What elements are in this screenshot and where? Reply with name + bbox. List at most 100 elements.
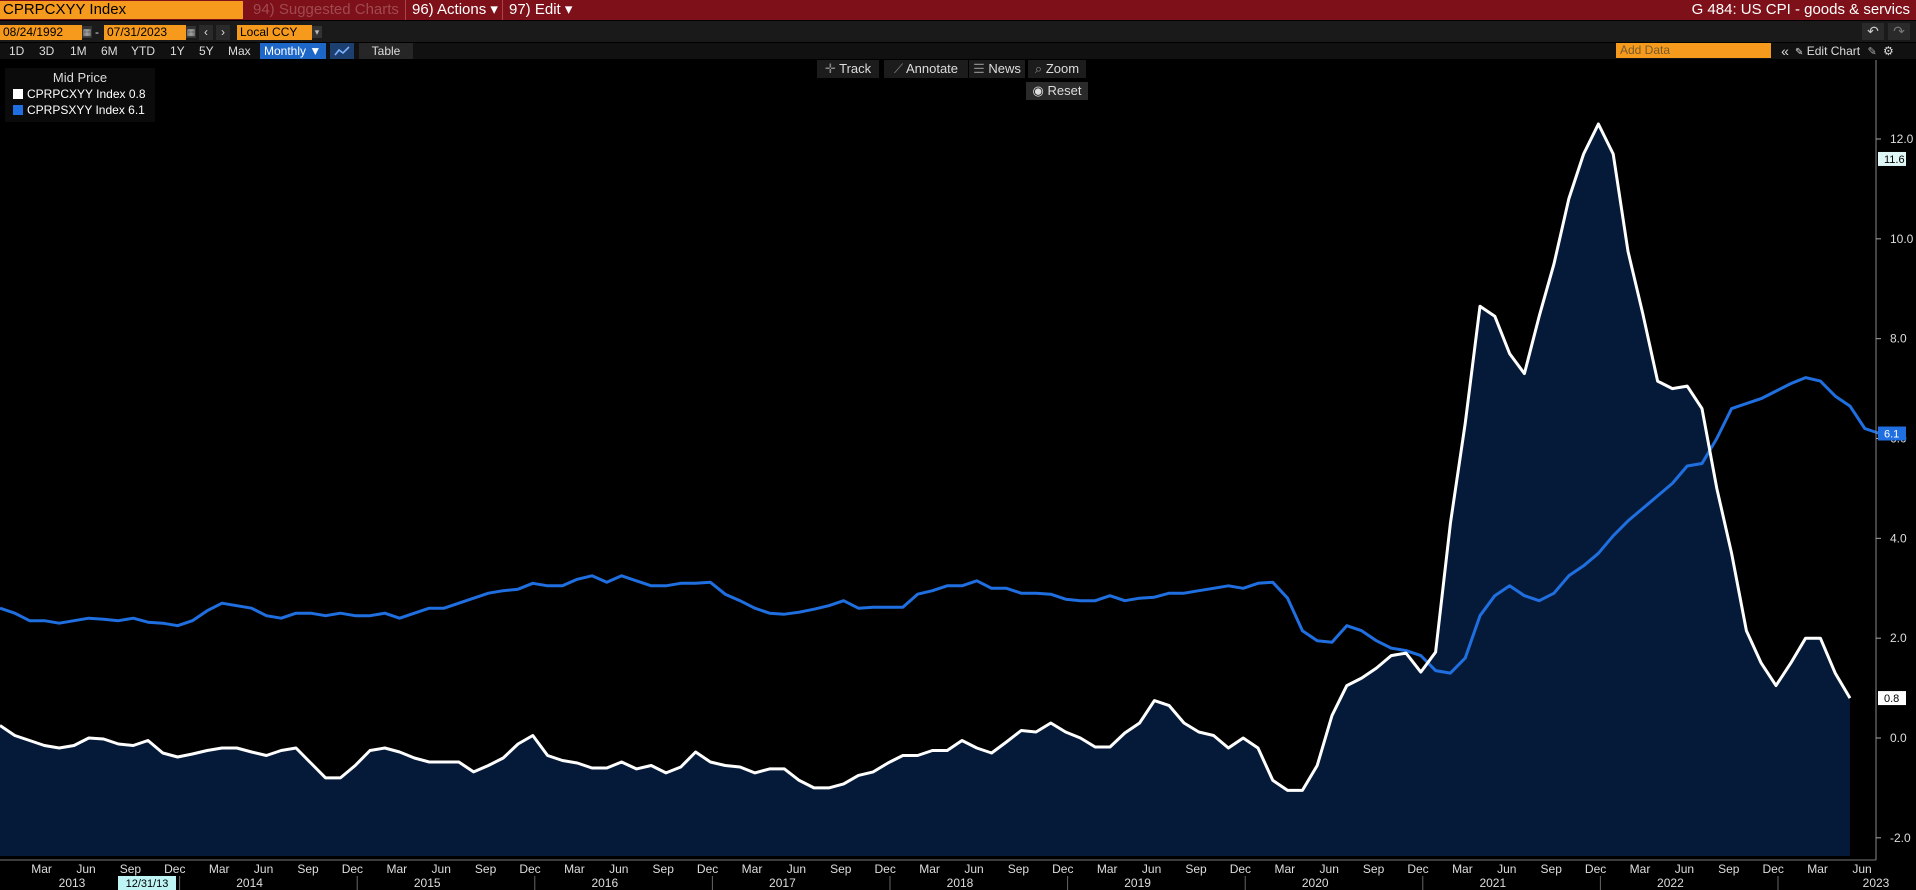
price-chart[interactable]: 12.010.08.06.04.02.00.0-2.011.66.10.8Mar… (0, 60, 1916, 890)
x-month-label: Dec (1763, 862, 1784, 876)
legend-swatch (13, 89, 23, 99)
next-period-button[interactable]: › (216, 25, 230, 40)
last-value-label: 0.8 (1884, 693, 1899, 705)
x-month-label: Sep (1718, 862, 1740, 876)
x-month-label: Jun (1320, 862, 1339, 876)
legend-item[interactable]: CPRPSXYY Index 6.1 (13, 103, 145, 117)
currency-select[interactable]: Local CCY (237, 25, 312, 40)
x-month-label: Jun (432, 862, 451, 876)
x-month-label: Mar (209, 862, 230, 876)
x-month-label: Jun (254, 862, 273, 876)
date-separator: - (95, 25, 99, 39)
x-month-label: Mar (1452, 862, 1473, 876)
x-month-label: Mar (1097, 862, 1118, 876)
y-tick-label: 0.0 (1890, 731, 1907, 745)
x-year-label: 2021 (1479, 876, 1506, 890)
x-year-label: 2020 (1302, 876, 1329, 890)
edit-menu[interactable]: 97) Edit ▾ (502, 0, 574, 20)
x-month-label: Sep (475, 862, 497, 876)
range-max[interactable]: Max (228, 43, 251, 59)
x-month-label: Mar (742, 862, 763, 876)
x-month-label: Jun (609, 862, 628, 876)
chart-legend: Mid Price CPRPCXYY Index 0.8 CPRPSXYY In… (5, 68, 155, 122)
calendar-icon[interactable]: ▦ (82, 26, 92, 38)
x-month-label: Jun (787, 862, 806, 876)
prev-period-button[interactable]: ‹ (199, 25, 213, 40)
x-year-label: 2013 (59, 876, 86, 890)
x-month-label: Sep (1541, 862, 1563, 876)
x-month-label: Sep (830, 862, 852, 876)
x-month-label: Sep (1363, 862, 1385, 876)
legend-swatch (13, 105, 23, 115)
range-1m[interactable]: 1M (70, 43, 87, 59)
x-month-label: Sep (297, 862, 319, 876)
x-month-label: Dec (342, 862, 363, 876)
radio-icon: ◉ (1032, 83, 1044, 98)
x-year-label: 2017 (769, 876, 796, 890)
pencil-icon[interactable]: ✎ (1795, 47, 1803, 58)
annotate-button[interactable]: ⟋ Annotate (884, 60, 968, 78)
range-1y[interactable]: 1Y (170, 43, 185, 59)
undo-button[interactable]: ↶ (1862, 23, 1884, 40)
x-month-label: Dec (1585, 862, 1606, 876)
edit-chart-button[interactable]: Edit Chart (1807, 44, 1860, 58)
crosshair-icon: ✛ (824, 61, 836, 76)
y-tick-label: 2.0 (1890, 631, 1907, 645)
gear-icon[interactable]: ⚙ (1883, 44, 1894, 58)
series-area-fill (0, 124, 1850, 856)
x-month-label: Mar (1274, 862, 1295, 876)
chevron-down-icon[interactable]: ▾ (312, 26, 322, 38)
x-year-label: 2016 (591, 876, 618, 890)
x-year-label: 2018 (947, 876, 974, 890)
x-month-label: Dec (1407, 862, 1428, 876)
range-6m[interactable]: 6M (101, 43, 118, 59)
x-month-label: Mar (1630, 862, 1651, 876)
frequency-select[interactable]: Monthly ▼ (260, 43, 326, 59)
x-month-label: Sep (653, 862, 675, 876)
x-month-label: Mar (1807, 862, 1828, 876)
zoom-button[interactable]: ⌕ Zoom (1028, 60, 1086, 78)
x-month-label: Jun (1675, 862, 1694, 876)
x-month-label: Jun (1497, 862, 1516, 876)
track-button[interactable]: ✛ Track (817, 60, 879, 78)
table-button[interactable]: Table (359, 43, 413, 59)
actions-menu[interactable]: 96) Actions ▾ (405, 0, 501, 20)
x-month-label: Dec (875, 862, 896, 876)
x-month-label: Sep (120, 862, 142, 876)
line-chart-icon[interactable] (330, 43, 354, 59)
news-icon: ☰ (973, 61, 985, 76)
legend-item[interactable]: CPRPCXYY Index 0.8 (13, 87, 146, 101)
y-tick-label: 12.0 (1890, 132, 1914, 146)
x-month-label: Dec (697, 862, 718, 876)
x-month-label: Sep (1008, 862, 1030, 876)
x-month-label: Dec (519, 862, 540, 876)
ticker-input[interactable]: CPRPCXYY Index (0, 1, 243, 19)
last-value-label: 11.6 (1884, 154, 1905, 166)
add-data-input[interactable]: Add Data (1616, 43, 1771, 58)
redo-button[interactable]: ↷ (1888, 23, 1910, 40)
edit-chart-group: ✎ Edit Chart ✎ ⚙ (1795, 43, 1915, 59)
range-5y[interactable]: 5Y (199, 43, 214, 59)
x-month-label: Jun (76, 862, 95, 876)
suggested-charts-menu[interactable]: 94) Suggested Charts (247, 0, 407, 20)
y-tick-label: 4.0 (1890, 531, 1907, 545)
x-year-label: 2023 (1863, 876, 1890, 890)
reset-button[interactable]: ◉ Reset (1026, 82, 1088, 100)
calendar-icon[interactable]: ▦ (186, 26, 196, 38)
range-ytd[interactable]: YTD (131, 43, 155, 59)
start-date-field[interactable]: 08/24/1992 (0, 25, 82, 40)
x-month-label: Mar (564, 862, 585, 876)
end-date-field[interactable]: 07/31/2023 (104, 25, 186, 40)
x-month-label: Dec (1230, 862, 1251, 876)
range-3d[interactable]: 3D (39, 43, 54, 59)
pencil-icon[interactable]: ✎ (1867, 46, 1876, 58)
x-month-label: Sep (1185, 862, 1207, 876)
range-1d[interactable]: 1D (9, 43, 24, 59)
legend-title: Mid Price (52, 70, 108, 85)
x-month-label: Mar (31, 862, 52, 876)
x-year-label: 2022 (1657, 876, 1684, 890)
collapse-icon[interactable]: « (1778, 43, 1792, 59)
y-tick-label: -2.0 (1890, 831, 1911, 845)
x-month-label: Dec (1052, 862, 1073, 876)
news-button[interactable]: ☰ News (969, 60, 1025, 78)
